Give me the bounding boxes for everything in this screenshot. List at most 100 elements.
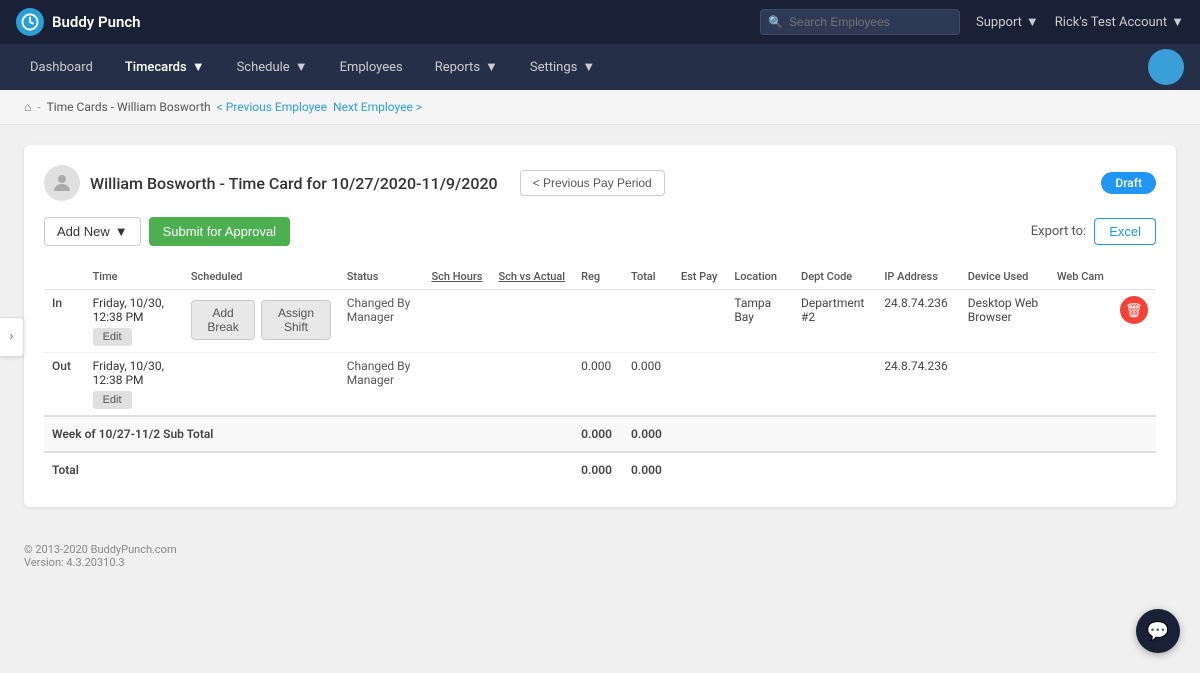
col-header-ip-address: IP Address <box>876 262 959 290</box>
excel-button[interactable]: Excel <box>1094 218 1156 245</box>
prev-pay-period-button[interactable]: < Previous Pay Period <box>520 170 665 196</box>
ip-out: 24.8.74.236 <box>876 353 959 417</box>
version-text: Version: 4.3.20310.3 <box>24 556 1176 569</box>
chevron-down-icon: ▼ <box>485 59 498 75</box>
col-header-scheduled: Scheduled <box>183 262 339 290</box>
breadcrumb: ⌂ - Time Cards - William Bosworth < Prev… <box>0 90 1200 125</box>
support-button[interactable]: Support ▼ <box>976 14 1039 30</box>
page-footer: © 2013-2020 BuddyPunch.com Version: 4.3.… <box>0 527 1200 585</box>
add-new-button[interactable]: Add New ▼ <box>44 217 141 246</box>
dept-out <box>793 353 876 417</box>
nav-item-timecards[interactable]: Timecards ▼ <box>111 49 219 85</box>
scheduled-cell-out <box>183 353 339 417</box>
total-out: 0.000 <box>623 353 673 417</box>
sch-hours-in <box>423 290 490 353</box>
employee-avatar <box>44 165 80 201</box>
est-pay-out <box>673 353 726 417</box>
col-header-in-out <box>44 262 85 290</box>
sch-vs-actual-out <box>490 353 573 417</box>
timecard-table: Time Scheduled Status Sch Hours Sch vs A… <box>44 262 1156 487</box>
top-bar: Buddy Punch 🔍 Support ▼ Rick's Test Acco… <box>0 0 1200 44</box>
dept-in: Department #2 <box>793 290 876 353</box>
chevron-down-icon: ▼ <box>1026 14 1039 30</box>
card-title-area: William Bosworth - Time Card for 10/27/2… <box>44 165 665 201</box>
logo-text: Buddy Punch <box>52 13 141 31</box>
prev-employee-link[interactable]: < Previous Employee <box>217 100 327 114</box>
assign-shift-button[interactable]: Assign Shift <box>261 300 330 340</box>
chevron-down-icon: ▼ <box>1171 14 1184 30</box>
card-title: William Bosworth - Time Card for 10/27/2… <box>90 174 498 193</box>
device-in: Desktop Web Browser <box>960 290 1049 353</box>
total-row: Total 0.000 0.000 <box>44 452 1156 487</box>
ip-in: 24.8.74.236 <box>876 290 959 353</box>
table-row: In Friday, 10/30, 12:38 PM Edit Add Brea… <box>44 290 1156 353</box>
chevron-down-icon: ▼ <box>582 59 595 75</box>
subtotal-reg: 0.000 <box>573 416 623 452</box>
edit-button-in[interactable]: Edit <box>93 328 132 346</box>
toolbar: Add New ▼ Submit for Approval Export to:… <box>44 217 1156 246</box>
chevron-down-icon: ▼ <box>295 59 308 75</box>
total-total: 0.000 <box>623 452 673 487</box>
chat-widget[interactable]: 💬 <box>1136 609 1180 653</box>
total-label: Total <box>44 452 573 487</box>
subtotal-row: Week of 10/27-11/2 Sub Total 0.000 0.000 <box>44 416 1156 452</box>
punch-type-in: In <box>44 290 85 353</box>
webcam-out <box>1049 353 1112 417</box>
total-in <box>623 290 673 353</box>
home-icon[interactable]: ⌂ <box>24 100 31 114</box>
location-in: Tampa Bay <box>726 290 793 353</box>
search-wrapper: 🔍 <box>760 9 960 35</box>
search-input[interactable] <box>760 9 960 35</box>
table-row: Out Friday, 10/30, 12:38 PM Edit Changed… <box>44 353 1156 417</box>
logo-icon <box>16 8 44 36</box>
col-header-sch-hours: Sch Hours <box>423 262 490 290</box>
avatar <box>1148 49 1184 85</box>
next-employee-link[interactable]: Next Employee > <box>333 100 422 114</box>
device-out <box>960 353 1049 417</box>
col-header-delete <box>1112 262 1156 290</box>
submit-approval-button[interactable]: Submit for Approval <box>149 217 290 246</box>
status-cell-in: Changed By Manager <box>339 290 424 353</box>
main-content: William Bosworth - Time Card for 10/27/2… <box>0 125 1200 527</box>
col-header-reg: Reg <box>573 262 623 290</box>
location-out <box>726 353 793 417</box>
nav-item-dashboard[interactable]: Dashboard <box>16 50 107 85</box>
nav-item-settings[interactable]: Settings ▼ <box>516 49 609 85</box>
account-name: Rick's Test Account ▼ <box>1055 14 1184 30</box>
col-header-device-used: Device Used <box>960 262 1049 290</box>
toolbar-left: Add New ▼ Submit for Approval <box>44 217 290 246</box>
export-label: Export to: <box>1031 224 1086 239</box>
status-cell-out: Changed By Manager <box>339 353 424 417</box>
nav-bar: Dashboard Timecards ▼ Schedule ▼ Employe… <box>0 44 1200 90</box>
copyright-text: © 2013-2020 BuddyPunch.com <box>24 543 1176 556</box>
nav-item-reports[interactable]: Reports ▼ <box>421 49 512 85</box>
col-header-location: Location <box>726 262 793 290</box>
scheduled-cell-in: Add Break Assign Shift <box>183 290 339 353</box>
edit-button-out[interactable]: Edit <box>93 391 132 409</box>
punch-type-out: Out <box>44 353 85 417</box>
col-header-sch-vs-actual: Sch vs Actual <box>490 262 573 290</box>
punch-time-in: Friday, 10/30, 12:38 PM Edit <box>85 290 183 353</box>
delete-button[interactable]: 🗑 <box>1120 296 1148 324</box>
sch-hours-out <box>423 353 490 417</box>
reg-out: 0.000 <box>573 353 623 417</box>
delete-cell-in: 🗑 <box>1112 290 1156 353</box>
sch-vs-actual-in <box>490 290 573 353</box>
table-header-row: Time Scheduled Status Sch Hours Sch vs A… <box>44 262 1156 290</box>
side-panel-toggle[interactable]: › <box>0 317 24 357</box>
draft-badge: Draft <box>1101 172 1156 194</box>
chevron-down-icon: ▼ <box>192 59 205 75</box>
breadcrumb-section: Time Cards - William Bosworth <box>47 100 211 114</box>
nav-item-schedule[interactable]: Schedule ▼ <box>223 49 322 85</box>
webcam-in <box>1049 290 1112 353</box>
top-bar-right: 🔍 Support ▼ Rick's Test Account ▼ <box>760 9 1184 35</box>
chevron-down-icon: ▼ <box>115 224 128 239</box>
col-header-total: Total <box>623 262 673 290</box>
search-icon: 🔍 <box>768 15 783 29</box>
delete-cell-out <box>1112 353 1156 417</box>
add-break-button[interactable]: Add Break <box>191 300 255 340</box>
nav-item-employees[interactable]: Employees <box>326 50 417 85</box>
col-header-est-pay: Est Pay <box>673 262 726 290</box>
subtotal-label: Week of 10/27-11/2 Sub Total <box>44 416 573 452</box>
total-reg: 0.000 <box>573 452 623 487</box>
